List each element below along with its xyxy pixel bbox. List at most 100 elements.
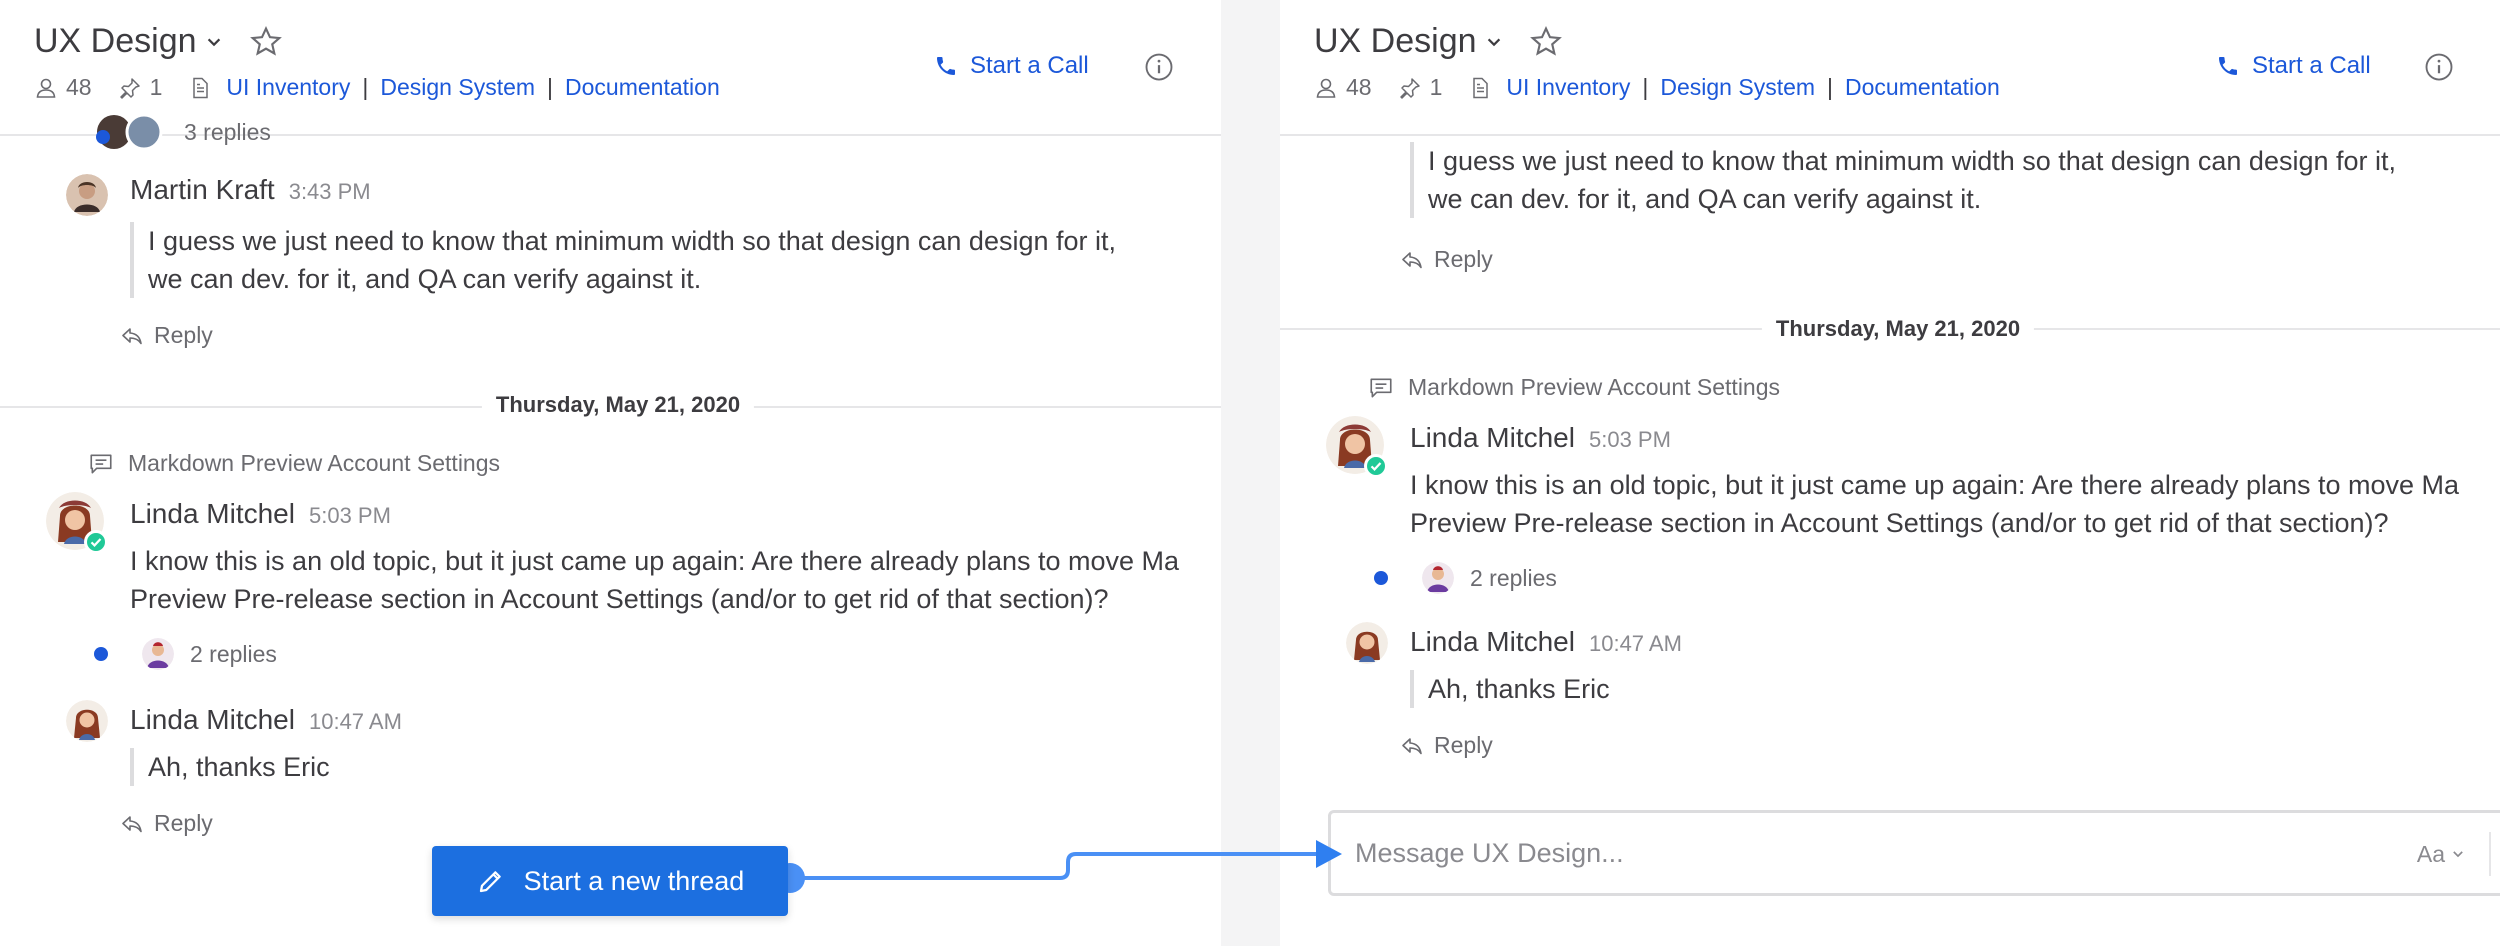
quoted-message: I guess we just need to know that minimu…: [130, 222, 1116, 298]
info-icon[interactable]: [1144, 52, 1174, 82]
reply-button[interactable]: Reply: [1400, 732, 1493, 759]
author-name[interactable]: Linda Mitchel: [130, 704, 295, 736]
link-ui-inventory[interactable]: UI Inventory: [226, 74, 350, 101]
pinned-count-label: 1: [149, 74, 163, 100]
reply-label: Reply: [154, 810, 213, 836]
document-icon-wrap: [1468, 76, 1492, 100]
author-name[interactable]: Martin Kraft: [130, 174, 275, 206]
left-panel: UX Design 48 1 UI Inventory | Design Sys…: [0, 0, 1221, 946]
pinned-count-label: 1: [1429, 74, 1443, 100]
timestamp: 10:47 AM: [1588, 631, 1682, 656]
date-label: Thursday, May 21, 2020: [1761, 316, 2035, 342]
start-new-thread-button[interactable]: Start a new thread: [432, 846, 788, 916]
link-documentation[interactable]: Documentation: [565, 74, 720, 101]
right-panel: UX Design 48 1 UI Inventory | Design Sys…: [1280, 0, 2500, 946]
start-call-button[interactable]: Start a Call: [934, 52, 1089, 80]
link-ui-inventory[interactable]: UI Inventory: [1506, 74, 1630, 101]
message-input[interactable]: [1355, 831, 2055, 875]
channel-meta: 48 1 UI Inventory | Design System | Docu…: [1314, 74, 2000, 101]
thread-title[interactable]: Markdown Preview Account Settings: [1368, 374, 1780, 401]
link-documentation[interactable]: Documentation: [1845, 74, 2000, 101]
timestamp: 10:47 AM: [308, 709, 402, 734]
thread-icon: [1370, 378, 1392, 397]
channel-title[interactable]: UX Design: [34, 22, 283, 61]
link-design-system[interactable]: Design System: [380, 74, 535, 101]
format-label: Aa: [2416, 840, 2445, 867]
members-count[interactable]: 48: [1314, 74, 1372, 101]
online-badge: [1364, 454, 1388, 478]
reply-button[interactable]: Reply: [120, 810, 213, 837]
reply-button[interactable]: Reply: [1400, 246, 1493, 273]
message-line: I know this is an old topic, but it just…: [130, 546, 1180, 576]
link-separator: |: [547, 74, 554, 100]
members-count-label: 48: [66, 74, 92, 100]
pin-icon: [119, 77, 140, 99]
prev-thread-replies[interactable]: 3 replies: [96, 114, 271, 150]
link-separator: |: [1827, 74, 1834, 100]
pin-icon: [1399, 77, 1420, 99]
thread-title[interactable]: Markdown Preview Account Settings: [88, 450, 500, 477]
channel-name[interactable]: UX Design: [1314, 22, 1477, 61]
members-count-label: 48: [1346, 74, 1372, 100]
chevron-down-icon[interactable]: [205, 33, 223, 51]
timestamp: 3:43 PM: [288, 179, 371, 204]
message-body: I know this is an old topic, but it just…: [1410, 466, 2459, 542]
quote-line: Ah, thanks Eric: [148, 752, 330, 782]
user-icon: [1316, 78, 1336, 98]
reply-label: Reply: [1434, 246, 1493, 272]
start-call-button[interactable]: Start a Call: [2216, 52, 2371, 80]
message-body: I know this is an old topic, but it just…: [130, 542, 1179, 618]
quote-line: we can dev. for it, and QA can verify ag…: [1428, 184, 1982, 214]
star-icon[interactable]: [249, 25, 283, 59]
phone-icon: [2219, 57, 2237, 75]
thread-title-label: Markdown Preview Account Settings: [1408, 374, 1781, 400]
info-icon[interactable]: [2424, 52, 2454, 82]
message-line: Preview Pre-release section in Account S…: [130, 584, 1109, 614]
replies-label: 2 replies: [190, 640, 277, 667]
timestamp: 5:03 PM: [1588, 427, 1671, 452]
thread-replies[interactable]: 2 replies: [1374, 562, 1557, 594]
link-separator: |: [1642, 74, 1649, 100]
date-label: Thursday, May 21, 2020: [481, 392, 755, 418]
channel-title[interactable]: UX Design: [1314, 22, 1563, 61]
pinned-count[interactable]: 1: [1398, 74, 1443, 101]
user-icon: [36, 78, 56, 98]
author-name[interactable]: Linda Mitchel: [1410, 626, 1575, 658]
avatar-eric: [1422, 562, 1454, 594]
reply-icon: [1402, 251, 1422, 268]
channel-name[interactable]: UX Design: [34, 22, 197, 61]
reply-button[interactable]: Reply: [120, 322, 213, 349]
channel-header: UX Design 48 1 UI Inventory | Design Sys…: [1280, 0, 2500, 136]
pinned-count[interactable]: 1: [118, 74, 163, 101]
chevron-down-icon[interactable]: [1485, 33, 1503, 51]
link-separator: |: [362, 74, 369, 100]
format-button[interactable]: Aa: [2401, 841, 2481, 868]
thread-replies[interactable]: 2 replies: [94, 638, 277, 670]
quoted-message: I guess we just need to know that minimu…: [1410, 142, 2396, 218]
star-icon[interactable]: [1529, 25, 1563, 59]
quote-line: I guess we just need to know that minimu…: [148, 226, 1117, 256]
avatar-linda-mitchel[interactable]: [66, 700, 108, 742]
avatar-linda-mitchel[interactable]: [1346, 622, 1388, 664]
unread-dot: [1374, 571, 1388, 585]
reply-label: Reply: [1434, 732, 1493, 758]
author-name[interactable]: Linda Mitchel: [1410, 422, 1575, 454]
quote-line: I guess we just need to know that minimu…: [1428, 146, 2397, 176]
document-icon-wrap: [188, 76, 212, 100]
avatar-linda-mitchel[interactable]: [1326, 416, 1388, 478]
avatar-eric: [142, 638, 174, 670]
author-name[interactable]: Linda Mitchel: [130, 498, 295, 530]
members-count[interactable]: 48: [34, 74, 92, 101]
avatar-martin-kraft[interactable]: [66, 174, 108, 216]
quoted-message: Ah, thanks Eric: [1410, 670, 1610, 708]
message-header: Linda Mitchel 10:47 AM: [130, 704, 402, 736]
link-design-system[interactable]: Design System: [1660, 74, 1815, 101]
message-header: Martin Kraft 3:43 PM: [130, 174, 371, 206]
prev-replies-label: 3 replies: [184, 118, 271, 145]
message-header: Linda Mitchel 5:03 PM: [130, 498, 391, 530]
message-header: Linda Mitchel 10:47 AM: [1410, 626, 1682, 658]
message-composer: Aa: [1328, 810, 2500, 896]
start-call-label: Start a Call: [2252, 52, 2371, 79]
avatar-linda-mitchel[interactable]: [46, 492, 108, 554]
unread-dot: [96, 130, 110, 144]
